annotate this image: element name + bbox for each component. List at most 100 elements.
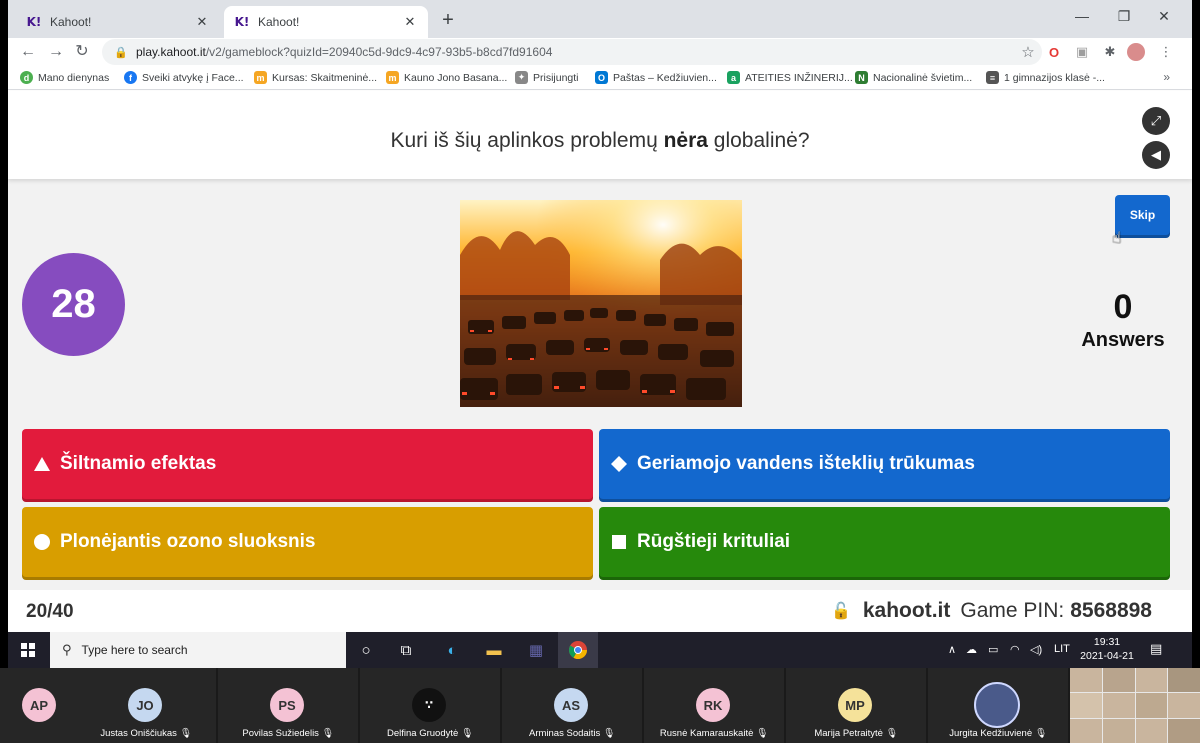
avatar: JO bbox=[128, 688, 162, 722]
file-explorer-icon[interactable]: ▬ bbox=[474, 632, 514, 668]
address-bar[interactable]: 🔒 play.kahoot.it/v2/gameblock?quizId=209… bbox=[102, 39, 1042, 65]
participant-tile[interactable]: MP Marija Petraitytė 🎙 bbox=[786, 668, 926, 743]
bookmark-star-icon[interactable]: ☆ bbox=[1014, 43, 1042, 61]
mic-muted-icon: 🎙 bbox=[321, 728, 334, 739]
minimize-icon[interactable]: — bbox=[1062, 8, 1102, 24]
participant-tile[interactable]: ∵ Delfina Gruodytė 🎙 bbox=[360, 668, 500, 743]
opera-extension-icon[interactable]: O bbox=[1044, 42, 1064, 62]
bookmark-item[interactable]: m Kauno Jono Basana... bbox=[386, 71, 507, 84]
unlock-icon[interactable]: 🔓 bbox=[831, 601, 851, 621]
avatar: MP bbox=[838, 688, 872, 722]
avatar: AS bbox=[554, 688, 588, 722]
answer-option-circle[interactable]: Plonėjantis ozono sluoksnis bbox=[22, 507, 593, 577]
avatar bbox=[974, 682, 1020, 728]
clock-time: 19:31 bbox=[1093, 636, 1121, 648]
moodle-icon: m bbox=[254, 71, 267, 84]
pin-value: 8568898 bbox=[1070, 599, 1152, 622]
participant-name: Arminas Sodaitis 🎙 bbox=[529, 728, 615, 739]
tray-chevron-icon[interactable]: ∧ bbox=[948, 643, 956, 656]
participant-tile[interactable]: Jurgita Kedžiuvienė 🎙 bbox=[928, 668, 1068, 743]
taskbar-clock[interactable]: 19:31 2021-04-21 bbox=[1076, 635, 1138, 663]
bookmark-icon: d bbox=[20, 71, 33, 84]
language-indicator[interactable]: LIT bbox=[1054, 643, 1070, 655]
kahoot-favicon: K! bbox=[26, 15, 42, 29]
cortana-icon[interactable]: ○ bbox=[346, 632, 386, 668]
edge-icon[interactable]: ◐ bbox=[432, 632, 472, 668]
answers-label: Answers bbox=[1081, 329, 1165, 351]
url-text: play.kahoot.it/v2/gameblock?quizId=20940… bbox=[136, 45, 553, 59]
browser-toolbar: ← → ↻ 🔒 play.kahoot.it/v2/gameblock?quiz… bbox=[8, 38, 1192, 66]
participant-name: Marija Petraitytė 🎙 bbox=[814, 728, 898, 739]
forward-icon[interactable]: → bbox=[46, 42, 66, 62]
answer-text: Geriamojo vandens išteklių trūkumas bbox=[637, 453, 975, 474]
pin-label: Game PIN: bbox=[960, 599, 1065, 622]
puzzle-icon[interactable]: ✱ bbox=[1100, 42, 1120, 62]
answer-option-diamond[interactable]: Geriamojo vandens išteklių trūkumas bbox=[599, 429, 1170, 499]
bookmark-item[interactable]: O Paštas – Kedžiuvien... bbox=[595, 71, 717, 84]
participant-tile[interactable]: JO Justas Oniščiukas 🎙 bbox=[76, 668, 216, 743]
bookmark-item[interactable]: f Sveiki atvykę į Face... bbox=[124, 71, 244, 84]
bookmark-item[interactable]: N Nacionalinė švietim... bbox=[855, 71, 972, 84]
new-tab-icon[interactable]: + bbox=[438, 10, 458, 30]
mic-muted-icon: 🎙 bbox=[1034, 728, 1047, 739]
answer-option-triangle[interactable]: Šiltnamio efektas bbox=[22, 429, 593, 499]
browser-tab-1[interactable]: K! Kahoot! ✕ bbox=[16, 6, 220, 38]
close-tab-icon[interactable]: ✕ bbox=[194, 14, 210, 30]
task-view-icon[interactable]: ⧉ bbox=[386, 632, 426, 668]
close-tab-icon[interactable]: ✕ bbox=[402, 14, 418, 30]
skip-button[interactable]: Skip bbox=[1115, 195, 1170, 235]
participant-tile[interactable]: RK Rusnė Kamarauskaitė 🎙 bbox=[644, 668, 784, 743]
onedrive-icon[interactable]: ☁ bbox=[966, 643, 977, 656]
hand-cursor-icon: ☝ bbox=[1112, 230, 1122, 247]
teams-icon[interactable]: ▦ bbox=[516, 632, 556, 668]
close-window-icon[interactable]: ✕ bbox=[1144, 8, 1184, 25]
answers-count: 0 bbox=[1113, 288, 1133, 326]
participant-tile[interactable]: PS Povilas Sužiedelis 🎙 bbox=[218, 668, 358, 743]
sound-icon[interactable]: ◀ bbox=[1142, 141, 1170, 169]
countdown-timer: 28 bbox=[22, 253, 125, 356]
bookmark-item[interactable]: ✦ Prisijungti bbox=[515, 71, 579, 84]
mic-muted-icon: 🎙 bbox=[885, 728, 898, 739]
windows-taskbar: ⚲ Type here to search ○ ⧉ ◐ ▬ ▦ ∧ ☁ ▭ ◠ … bbox=[8, 632, 1192, 668]
more-bookmarks-icon[interactable]: » bbox=[1163, 70, 1170, 84]
game-footer: 20/40 🔓 kahoot.it Game PIN: 8568898 bbox=[8, 590, 1192, 632]
traffic-sunset-image bbox=[460, 200, 742, 407]
battery-icon[interactable]: ▭ bbox=[988, 643, 998, 656]
avatar: RK bbox=[696, 688, 730, 722]
extension-icon[interactable]: ▣ bbox=[1072, 42, 1092, 62]
chrome-icon[interactable] bbox=[558, 632, 598, 668]
tab-title: Kahoot! bbox=[258, 15, 300, 29]
avatar: AP bbox=[22, 688, 56, 722]
kahoot-brand: kahoot.it bbox=[862, 599, 951, 622]
bookmark-icon: ✦ bbox=[515, 71, 528, 84]
taskbar-search-box[interactable]: ⚲ Type here to search bbox=[50, 632, 346, 668]
game-pin-info: 🔓 kahoot.it Game PIN: 8568898 bbox=[831, 599, 1152, 623]
restore-icon[interactable]: ❐ bbox=[1104, 8, 1144, 25]
menu-kebab-icon[interactable]: ⋮ bbox=[1156, 42, 1176, 62]
windows-start-icon[interactable] bbox=[8, 632, 48, 668]
bookmark-item[interactable]: m Kursas: Skaitmeninė... bbox=[254, 71, 377, 84]
avatar: PS bbox=[270, 688, 304, 722]
browser-tab-2[interactable]: K! Kahoot! ✕ bbox=[224, 6, 428, 38]
kahoot-game-page: Kuri iš šių aplinkos problemų nėra globa… bbox=[8, 91, 1192, 632]
fullscreen-icon[interactable]: ⤢ bbox=[1142, 107, 1170, 135]
search-placeholder: Type here to search bbox=[81, 643, 188, 657]
video-call-strip: AP JO Justas Oniščiukas 🎙 PS Povilas Suž… bbox=[0, 668, 1200, 743]
reload-icon[interactable]: ↻ bbox=[72, 42, 92, 62]
answer-option-square[interactable]: Rūgštieji krituliai bbox=[599, 507, 1170, 577]
mic-muted-icon: 🎙 bbox=[179, 728, 192, 739]
question-progress: 20/40 bbox=[26, 601, 74, 622]
question-bar: Kuri iš šių aplinkos problemų nėra globa… bbox=[8, 91, 1192, 179]
bookmark-item[interactable]: ≡ 1 gimnazijos klasė -... bbox=[986, 71, 1105, 84]
bookmark-item[interactable]: a ATEITIES INŽINERIJ... bbox=[727, 71, 853, 84]
bookmark-item[interactable]: d Mano dienynas bbox=[20, 71, 109, 84]
participant-name: Jurgita Kedžiuvienė 🎙 bbox=[949, 728, 1047, 739]
participant-tile[interactable]: AS Arminas Sodaitis 🎙 bbox=[502, 668, 642, 743]
notifications-icon[interactable]: ▤ bbox=[1150, 641, 1162, 657]
gallery-thumbnail[interactable] bbox=[1070, 668, 1200, 743]
wifi-icon[interactable]: ◠ bbox=[1010, 643, 1020, 656]
back-icon[interactable]: ← bbox=[18, 42, 38, 62]
square-icon bbox=[611, 534, 627, 550]
volume-icon[interactable]: ◁) bbox=[1030, 643, 1042, 656]
profile-avatar[interactable] bbox=[1126, 42, 1146, 62]
